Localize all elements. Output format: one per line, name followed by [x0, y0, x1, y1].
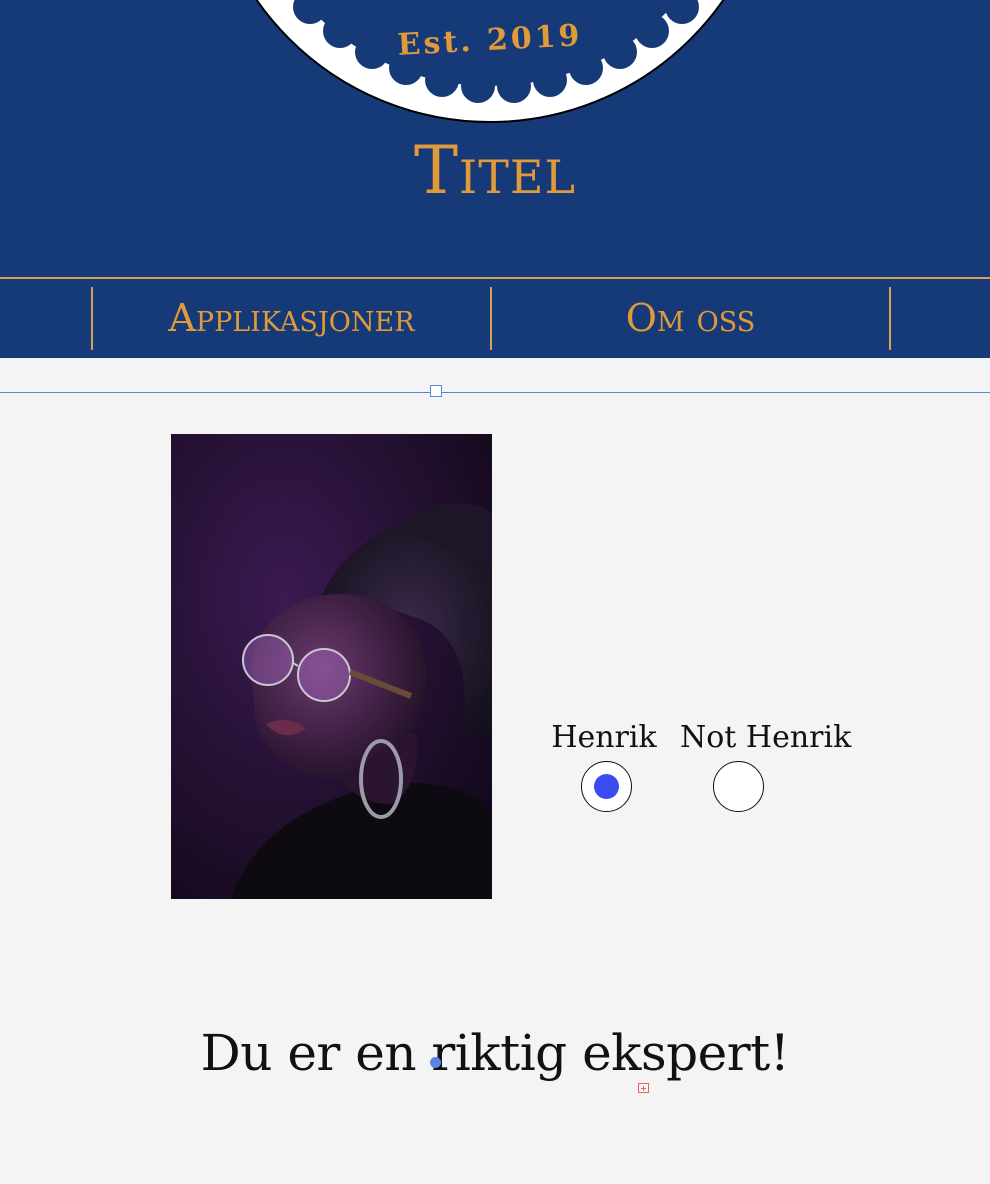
add-block-icon[interactable]: [638, 1083, 649, 1093]
selection-handle-icon[interactable]: [430, 385, 442, 397]
radio-henrik[interactable]: [581, 761, 632, 812]
radio-selected-dot: [593, 773, 619, 799]
main-nav: Applikasjoner Om oss: [0, 279, 990, 358]
radio-not-henrik[interactable]: [713, 761, 764, 812]
option-label-not-henrik: Not Henrik: [680, 720, 852, 755]
site-header: Est. 2019 Titel: [0, 0, 990, 277]
editor-anchor-dot[interactable]: [430, 1057, 441, 1068]
nav-item-applikasjoner[interactable]: Applikasjoner: [93, 293, 490, 343]
option-label-henrik: Henrik: [551, 720, 657, 755]
page-title: Titel: [414, 132, 576, 209]
selection-guide-line: [0, 392, 990, 393]
logo-badge: Est. 2019: [255, 0, 725, 123]
portrait-image: [171, 434, 492, 899]
nav-item-om-oss[interactable]: Om oss: [492, 293, 889, 343]
nav-divider: [889, 287, 891, 350]
result-message: Du er en riktig ekspert!: [200, 1024, 790, 1082]
